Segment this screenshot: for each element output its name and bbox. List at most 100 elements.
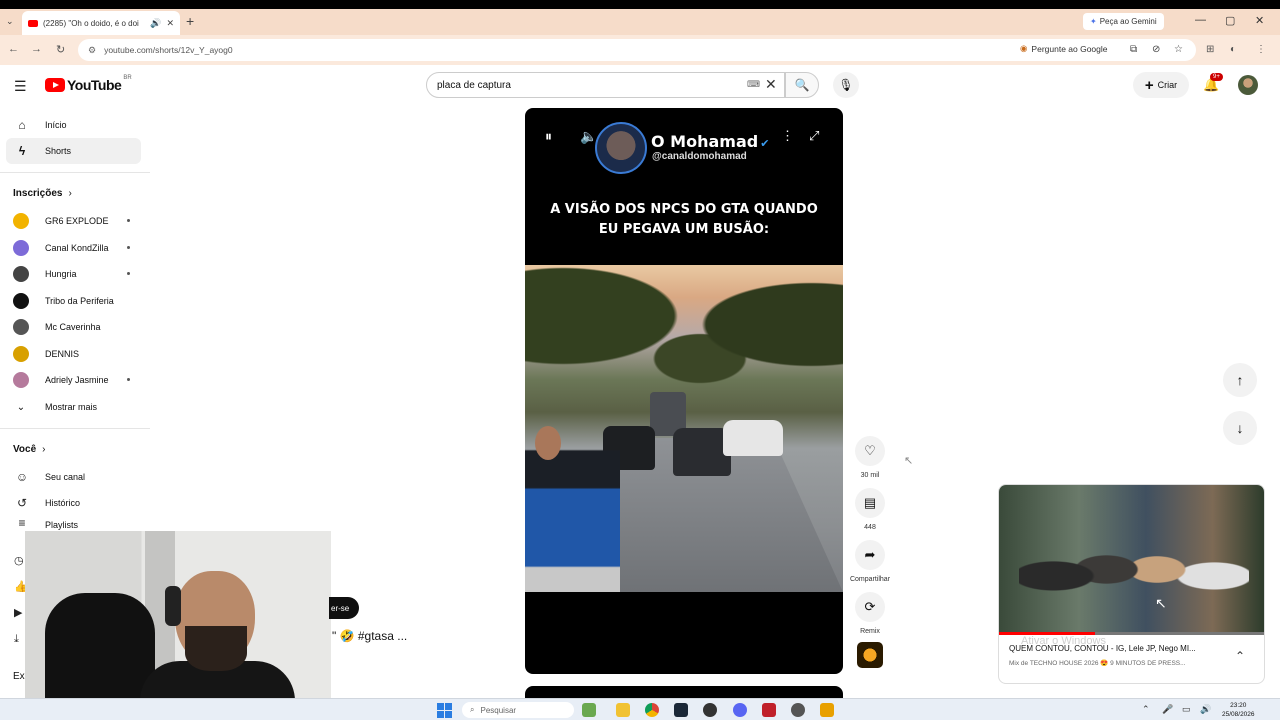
- eye-off-icon[interactable]: ⊘: [1152, 44, 1160, 55]
- install-app-icon[interactable]: ⧉: [1130, 44, 1137, 55]
- chrome-icon[interactable]: [645, 703, 659, 717]
- reload-icon[interactable]: ↻: [56, 43, 65, 56]
- ask-google-button[interactable]: ◉ Pergunte ao Google: [1020, 43, 1108, 54]
- app-icon[interactable]: [762, 703, 776, 717]
- playlist-icon: ≡: [18, 516, 26, 530]
- file-explorer-icon[interactable]: [616, 703, 630, 717]
- sidebar-item-history[interactable]: ↺ Histórico: [6, 490, 141, 516]
- sidebar-item-home[interactable]: ⌂ Início: [6, 112, 141, 138]
- like-action[interactable]: ♡ 30 mil: [846, 436, 894, 479]
- app-icon[interactable]: [820, 703, 834, 717]
- like-icon[interactable]: ♡: [855, 436, 885, 466]
- minimize-icon[interactable]: —: [1195, 14, 1206, 26]
- tray-chevron-icon[interactable]: ⌃: [1142, 704, 1150, 715]
- steam-icon[interactable]: [674, 703, 688, 717]
- channel-avatar[interactable]: [595, 122, 647, 174]
- share-icon[interactable]: ➦: [855, 540, 885, 570]
- fullscreen-icon[interactable]: ⤢: [809, 128, 819, 144]
- previous-short-button[interactable]: ↑: [1223, 363, 1257, 397]
- comment-icon[interactable]: ▤: [855, 488, 885, 518]
- volume-tray-icon[interactable]: 🔊: [1200, 704, 1211, 715]
- windows-start-icon[interactable]: [437, 703, 452, 718]
- back-arrow-icon[interactable]: ←: [8, 43, 19, 55]
- new-content-dot: [127, 378, 130, 381]
- sidebar-item-shorts[interactable]: ϟ Shorts: [6, 138, 141, 164]
- caption-line: EU PEGAVA UM BUSÃO:: [598, 222, 770, 237]
- shorts-icon: ϟ: [18, 144, 26, 158]
- browser-tab-youtube[interactable]: (2285) "Oh o doido, é o doi 🔊 ✕: [22, 11, 180, 35]
- address-bar[interactable]: ⚙ youtube.com/shorts/12v_Y_ayog0 ◉ Pergu…: [78, 39, 1196, 61]
- next-short-button[interactable]: ↓: [1223, 411, 1257, 445]
- subscribe-chip[interactable]: er-se: [329, 597, 359, 619]
- tab-close-icon[interactable]: ✕: [166, 18, 174, 29]
- discord-icon[interactable]: [733, 703, 747, 717]
- create-button[interactable]: + Criar: [1133, 72, 1189, 98]
- channel-name[interactable]: O Mohamad ✔: [651, 132, 769, 151]
- taskbar-clock[interactable]: 23:20 25/08/2026: [1222, 701, 1255, 719]
- browser-menu-icon[interactable]: ⋮: [1256, 44, 1266, 55]
- sidebar-subscription-item[interactable]: Canal KondZilla: [13, 235, 138, 261]
- sidebar-subscription-item[interactable]: Adriely Jasmine: [13, 367, 138, 393]
- more-options-icon[interactable]: ⋮: [781, 128, 794, 144]
- remix-icon[interactable]: ⟳: [855, 592, 885, 622]
- sidebar-item-playlists[interactable]: ≡ Playlists: [6, 516, 141, 532]
- video-person-face: [535, 426, 561, 460]
- sidebar-subscription-item[interactable]: Tribo da Periferia: [13, 288, 138, 314]
- microphone-tray-icon[interactable]: 🎤: [1162, 704, 1173, 715]
- show-more-button[interactable]: ⌄ Mostrar mais: [13, 394, 138, 420]
- subscription-name: DENNIS: [45, 348, 80, 359]
- tab-list-chevron-icon[interactable]: ⌄: [6, 16, 14, 27]
- youtube-header: ☰ YouTube BR placa de captura ⌨ ✕ 🔍 🎙 + …: [0, 65, 1280, 105]
- windows-taskbar: ⌕ Pesquisar ⌃ 🎤 ▭ 🔊 23:20 25/08/2026: [0, 698, 1280, 720]
- clear-search-icon[interactable]: ✕: [765, 76, 777, 93]
- sound-thumbnail[interactable]: [857, 642, 883, 668]
- miniplayer[interactable]: ↖ Ativar o Windows QUEM CONTOU, CONTOU -…: [998, 484, 1265, 684]
- sidebar-subscription-item[interactable]: DENNIS: [13, 341, 138, 367]
- account-avatar[interactable]: [1238, 75, 1258, 95]
- notifications-button[interactable]: 🔔 9+: [1203, 73, 1223, 93]
- comment-action[interactable]: ▤ 448: [846, 488, 894, 531]
- subscriptions-heading[interactable]: Inscrições ›: [13, 188, 72, 199]
- shorts-video-player[interactable]: ⏸ 🔈 O Mohamad ✔ @canaldomohamad ⋮ ⤢ A VIS…: [525, 108, 843, 674]
- share-action[interactable]: ➦ Compartilhar: [846, 540, 894, 583]
- sidebar-item-your-channel[interactable]: ☺ Seu canal: [6, 464, 141, 490]
- app-icon[interactable]: [703, 703, 717, 717]
- ask-gemini-button[interactable]: ✦ Peça ao Gemini: [1083, 13, 1164, 30]
- you-heading[interactable]: Você ›: [13, 444, 46, 455]
- person-icon: ☺: [15, 470, 29, 484]
- miniplayer-title[interactable]: QUEM CONTOU, CONTOU - IG, Lele JP, Nego …: [1009, 644, 1229, 653]
- clock-date: 25/08/2026: [1222, 711, 1255, 718]
- search-input[interactable]: placa de captura ⌨ ✕: [426, 72, 785, 98]
- taskbar-search[interactable]: ⌕ Pesquisar: [462, 702, 574, 718]
- youtube-logo[interactable]: YouTube BR: [45, 75, 132, 93]
- new-tab-button[interactable]: +: [186, 13, 194, 29]
- window-close-icon[interactable]: ✕: [1255, 14, 1264, 27]
- keyboard-icon[interactable]: ⌨: [747, 79, 760, 90]
- voice-search-button[interactable]: 🎙: [833, 72, 859, 98]
- sidebar-subscription-item[interactable]: Mc Caverinha: [13, 314, 138, 340]
- network-icon[interactable]: ▭: [1182, 704, 1191, 715]
- screen-top-strip: [0, 0, 1280, 9]
- next-short-preview[interactable]: [525, 686, 843, 698]
- settings-icon[interactable]: [791, 703, 805, 717]
- webcam-overlay: [25, 531, 331, 704]
- extension-icon[interactable]: ⊞: [1206, 44, 1214, 55]
- search-button[interactable]: 🔍: [785, 72, 819, 98]
- notification-badge: 9+: [1210, 73, 1223, 81]
- widgets-icon[interactable]: [582, 703, 596, 717]
- sidebar-subscription-item[interactable]: Hungria: [13, 261, 138, 287]
- pause-icon[interactable]: ⏸: [545, 128, 552, 145]
- arrow-down-icon: ↓: [1236, 420, 1244, 436]
- maximize-icon[interactable]: ▢: [1225, 14, 1235, 27]
- tab-audio-icon[interactable]: 🔊: [150, 18, 161, 29]
- remix-action[interactable]: ⟳ Remix: [846, 592, 894, 635]
- hamburger-menu-icon[interactable]: ☰: [14, 78, 27, 95]
- forward-arrow-icon[interactable]: →: [31, 43, 42, 55]
- subscription-name: Canal KondZilla: [45, 242, 109, 253]
- profile-icon[interactable]: ◐: [1230, 44, 1236, 55]
- site-info-icon[interactable]: ⚙: [88, 45, 96, 56]
- short-description[interactable]: " 🤣 #gtasa ...: [332, 629, 407, 643]
- expand-chevron-icon[interactable]: ⌃: [1235, 649, 1245, 663]
- sidebar-subscription-item[interactable]: GR6 EXPLODE: [13, 208, 138, 234]
- bookmark-star-icon[interactable]: ☆: [1174, 44, 1183, 55]
